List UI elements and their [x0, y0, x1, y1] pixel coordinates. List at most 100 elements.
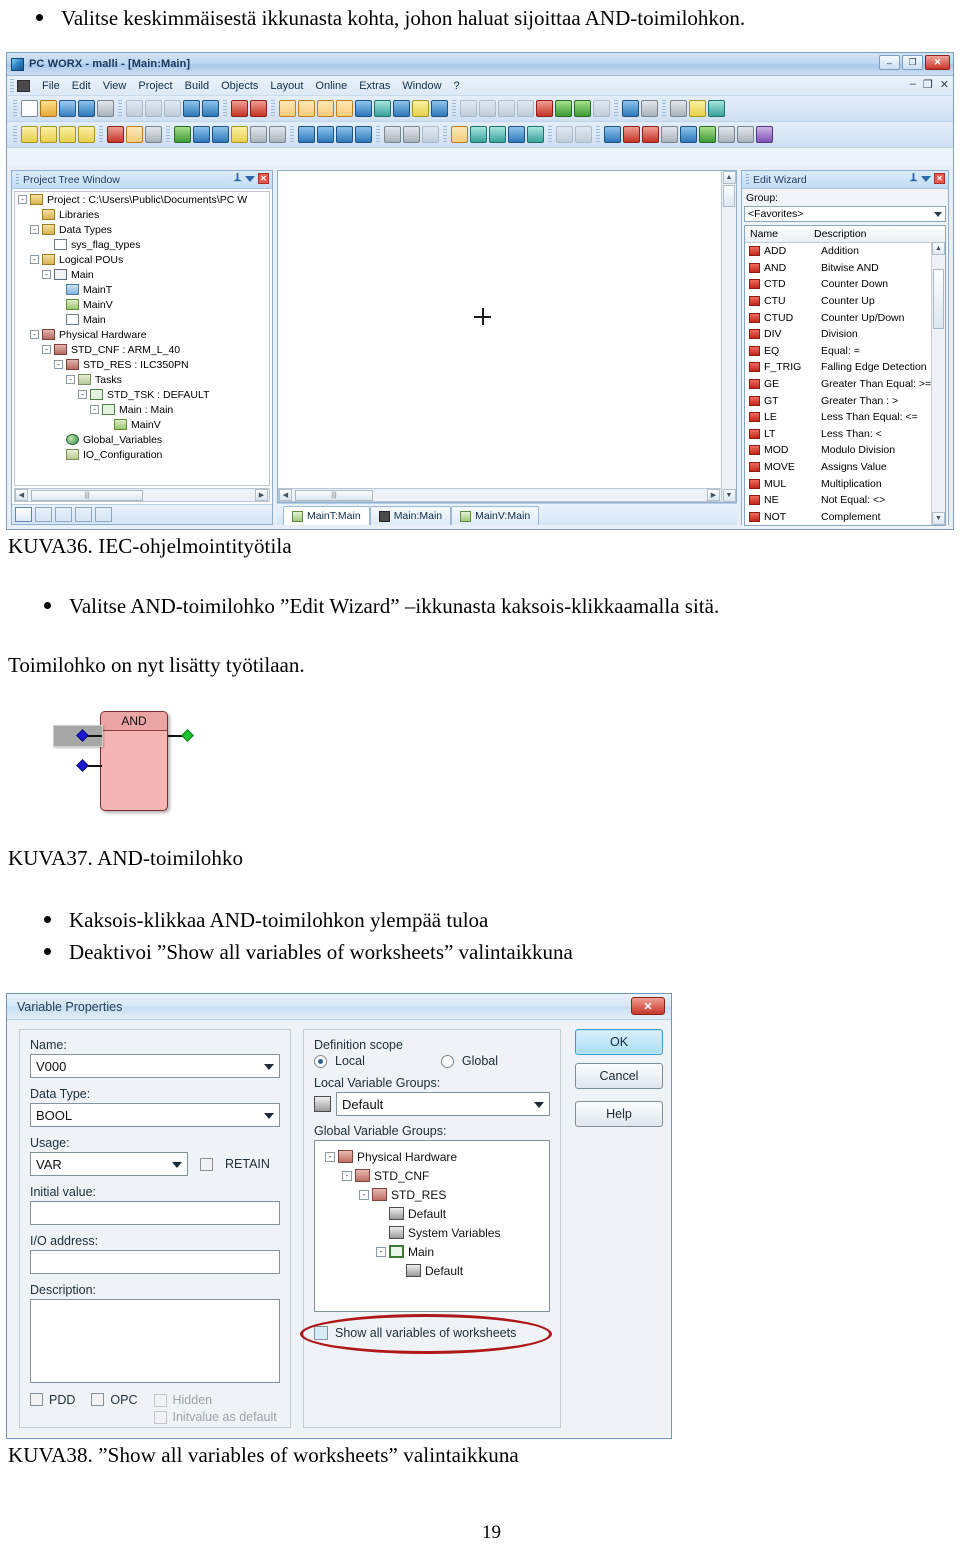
edit-wizard-item-ctud[interactable]: CTUD Counter Up/Down — [745, 309, 945, 326]
undo-icon[interactable] — [183, 100, 200, 117]
new-datatype-icon[interactable] — [78, 126, 95, 143]
variable-properties-dialog[interactable]: Variable Properties ✕ Name: V000 Data Ty… — [6, 993, 672, 1439]
datatype-field[interactable]: BOOL — [30, 1103, 280, 1127]
editor-window[interactable]: ▲ ▼ ◀ ||| ▶ MainT:Main Main:Main MainV:Mai… — [277, 170, 737, 525]
initial-value-field[interactable] — [30, 1201, 280, 1225]
ok-button[interactable]: OK — [575, 1029, 663, 1055]
connect-line-icon[interactable] — [145, 126, 162, 143]
insert-comment-icon[interactable] — [231, 126, 248, 143]
project-tree-node[interactable]: Global_Variables — [15, 432, 269, 447]
close-icon[interactable]: ✕ — [258, 173, 269, 184]
new-variable-icon[interactable] — [59, 126, 76, 143]
tree-expander-icon[interactable]: - — [376, 1246, 386, 1257]
cut-icon[interactable] — [126, 100, 143, 117]
edit-wizard-item-lt[interactable]: LT Less Than: < — [745, 426, 945, 443]
tree-expander-icon[interactable]: - — [30, 225, 39, 234]
show-all-variables-checkbox[interactable] — [314, 1326, 328, 1340]
debug-icon[interactable] — [574, 100, 591, 117]
editor-hscroll-thumb[interactable]: ||| — [295, 489, 373, 501]
edit-wizard-item-le[interactable]: LE Less Than Equal: <= — [745, 409, 945, 426]
node-icon[interactable] — [689, 100, 706, 117]
edit-wizard-item-move[interactable]: MOVE Assigns Value — [745, 459, 945, 476]
project-tree-hscrollbar[interactable]: ◀ ||| ▶ — [14, 488, 270, 502]
tree-expander-icon[interactable]: - — [90, 405, 99, 414]
tab-io-icon[interactable] — [95, 507, 112, 522]
toolbar-grip-7[interactable] — [662, 100, 666, 117]
edit-wizard-item-gt[interactable]: GT Greater Than : > — [745, 392, 945, 409]
zoom-out-icon[interactable] — [250, 100, 267, 117]
cross-reference-toggle-icon[interactable] — [336, 100, 353, 117]
tree-expander-icon[interactable]: - — [42, 345, 51, 354]
build-icon[interactable] — [479, 100, 496, 117]
project-tree-toggle-icon[interactable] — [279, 100, 296, 117]
io-address-field[interactable] — [30, 1250, 280, 1274]
bookmark-prev-icon[interactable] — [623, 126, 640, 143]
edit-wizard-item-ge[interactable]: GE Greater Than Equal: >= — [745, 376, 945, 393]
prev-error-icon[interactable] — [718, 126, 735, 143]
mdi-restore-button[interactable]: ❐ — [923, 78, 933, 91]
dialog-close-button[interactable]: ✕ — [631, 997, 665, 1015]
check-project-icon[interactable] — [374, 100, 391, 117]
toolbar-grip-6[interactable] — [614, 100, 618, 117]
editor-tab-mainv-main[interactable]: MainV:Main — [451, 506, 540, 525]
project-tree-node[interactable]: - Tasks — [15, 372, 269, 387]
usage-field[interactable]: VAR — [30, 1152, 188, 1176]
show-all-variables-row[interactable]: Show all variables of worksheets — [300, 1314, 552, 1354]
global-group-node[interactable]: - Main — [319, 1242, 545, 1261]
options-icon[interactable] — [756, 126, 773, 143]
bookmark-next-icon[interactable] — [642, 126, 659, 143]
open-file-icon[interactable] — [40, 100, 57, 117]
toolbar-grip-1[interactable] — [13, 100, 17, 117]
mdi-minimize-button[interactable]: – — [910, 78, 916, 91]
toolbar2-grip-7[interactable] — [548, 126, 552, 143]
tab-project-icon[interactable] — [15, 507, 32, 522]
chevron-down-icon[interactable] — [245, 175, 255, 182]
variable-properties-titlebar[interactable]: Variable Properties ✕ — [7, 994, 671, 1020]
edit-wizard-item-div[interactable]: DIV Division — [745, 326, 945, 343]
menu-item-help[interactable]: ? — [448, 80, 466, 92]
input2-pin-connector[interactable] — [76, 759, 89, 772]
global-group-node[interactable]: - Physical Hardware — [319, 1147, 545, 1166]
toolbar2-grip-4[interactable] — [290, 126, 294, 143]
debug-mode-icon[interactable] — [451, 126, 468, 143]
new-file-icon[interactable] — [21, 100, 38, 117]
tab-instances-icon[interactable] — [35, 507, 52, 522]
step-into-icon[interactable] — [556, 126, 573, 143]
edit-wizard-item-ne[interactable]: NE Not Equal: <> — [745, 492, 945, 509]
editor-tab-main-main[interactable]: Main:Main — [369, 506, 452, 525]
pcworx-titlebar[interactable]: PC WORX - malli - [Main:Main] – ❐ ✕ — [7, 53, 953, 76]
toolbar2-grip-5[interactable] — [376, 126, 380, 143]
stop-icon[interactable] — [536, 100, 553, 117]
data-list-icon[interactable] — [412, 100, 429, 117]
insert-branch-icon[interactable] — [269, 126, 286, 143]
edit-wizard-rows[interactable]: ADD Addition AND Bitwise AND CTD Counter Down… — [745, 243, 945, 525]
project-tree-node[interactable]: Libraries — [15, 207, 269, 222]
hscroll-thumb[interactable]: ||| — [31, 489, 143, 501]
tab-library-icon[interactable] — [55, 507, 72, 522]
align-middle-icon[interactable] — [317, 126, 334, 143]
menu-item-layout[interactable]: Layout — [264, 80, 309, 92]
paste-icon[interactable] — [164, 100, 181, 117]
window-control-buttons[interactable]: – ❐ ✕ — [879, 55, 950, 70]
global-group-node[interactable]: - STD_CNF — [319, 1166, 545, 1185]
project-tree-titlebar[interactable]: Project Tree Window ✕ — [12, 171, 272, 189]
new-pou-icon[interactable] — [40, 126, 57, 143]
and-function-block-figure[interactable]: AND — [53, 703, 266, 828]
insert-jump-icon[interactable] — [212, 126, 229, 143]
group-combobox[interactable]: <Favorites> — [744, 206, 946, 222]
online-status-icon[interactable] — [622, 100, 639, 117]
chevron-down-icon[interactable] — [172, 1162, 182, 1168]
maximize-button[interactable]: ❐ — [902, 55, 923, 70]
tree-expander-icon[interactable]: - — [342, 1170, 352, 1181]
select-pointer-icon[interactable] — [126, 126, 143, 143]
opc-checkbox[interactable] — [91, 1393, 105, 1406]
menu-bar[interactable]: File Edit View Project Build Objects Lay… — [7, 76, 953, 96]
bookmark-last-icon[interactable] — [661, 126, 678, 143]
goto-network-icon[interactable] — [699, 126, 716, 143]
edit-wizard-toggle-icon[interactable] — [317, 100, 334, 117]
edit-wizard-item-ctu[interactable]: CTU Counter Up — [745, 293, 945, 310]
step-over-icon[interactable] — [575, 126, 592, 143]
edit-wizard-item-eq[interactable]: EQ Equal: = — [745, 343, 945, 360]
zoom-in-icon[interactable] — [231, 100, 248, 117]
tree-expander-icon[interactable]: - — [66, 375, 75, 384]
